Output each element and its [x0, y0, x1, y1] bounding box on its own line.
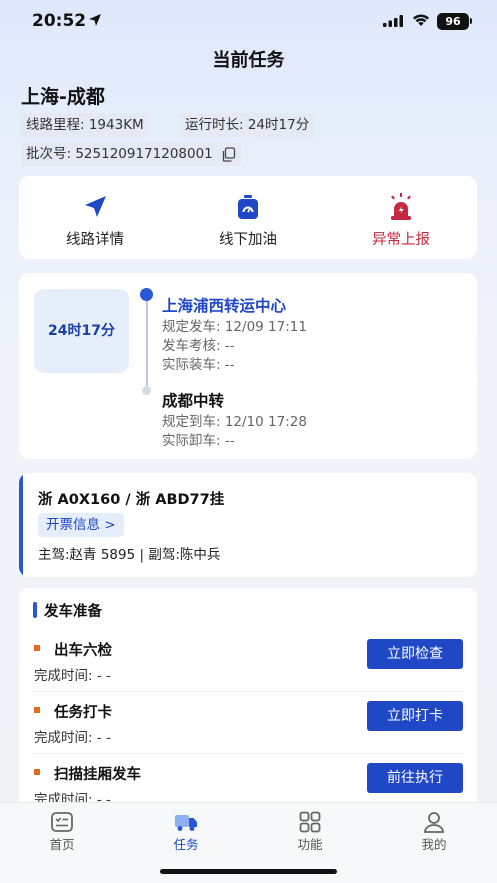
tab-tasks[interactable]: 任务	[124, 803, 248, 863]
task-row: 任务打卡 完成时间: - - 立即打卡	[19, 692, 477, 754]
task-completion-time: 完成时间: - -	[34, 668, 111, 684]
destination-name: 成都中转	[162, 392, 225, 410]
fuel-icon	[238, 195, 258, 219]
drivers-info: 主驾:赵青 5895 | 副驾:陈中兵	[38, 547, 221, 563]
task-bullet	[34, 707, 40, 713]
route-timeline-card[interactable]: 24时17分 上海浦西转运中心 规定发车: 12/09 17:11 发车考核: …	[19, 273, 477, 459]
origin-dot	[140, 288, 153, 301]
task-bullet	[34, 645, 40, 651]
origin-departure-check: 发车考核: --	[162, 338, 235, 354]
tab-mine-label: 我的	[421, 837, 447, 852]
offline-refuel-label: 线下加油	[219, 232, 277, 248]
vehicle-accent-bar	[19, 473, 23, 577]
tab-mine[interactable]: 我的	[372, 803, 496, 863]
clock-in-button[interactable]: 立即打卡	[367, 701, 463, 731]
origin-scheduled-departure: 规定发车: 12/09 17:11	[162, 319, 307, 335]
copy-icon[interactable]	[221, 146, 236, 162]
task-name: 任务打卡	[54, 705, 112, 721]
destination-actual-unloading: 实际卸车: --	[162, 433, 235, 449]
go-execute-button[interactable]: 前往执行	[367, 763, 463, 793]
quick-actions-card: 线路详情 线下加油 异常上报	[19, 176, 477, 259]
route-title: 上海-成都	[21, 86, 105, 108]
invoice-info-button[interactable]: 开票信息 >	[38, 513, 124, 537]
user-icon	[424, 812, 444, 833]
section-title: 发车准备	[44, 604, 102, 620]
home-list-icon	[51, 812, 73, 832]
task-name: 出车六检	[54, 643, 112, 659]
tab-functions-label: 功能	[297, 837, 323, 852]
vehicle-plates: 浙 A0X160 / 浙 ABD77挂	[38, 492, 225, 508]
task-completion-time: 完成时间: - -	[34, 730, 111, 746]
status-bar: 20:52 96	[0, 0, 497, 44]
home-indicator	[160, 869, 337, 874]
destination-scheduled-arrival: 规定到车: 12/10 17:28	[162, 414, 307, 430]
duration-chip: 运行时长: 24时17分	[180, 113, 315, 137]
offline-refuel-button[interactable]: 线下加油	[172, 176, 324, 259]
navigation-arrow-icon	[85, 196, 106, 217]
tab-tasks-label: 任务	[173, 837, 199, 852]
departure-prep-card: 发车准备 出车六检 完成时间: - - 立即检查 任务打卡 完成时间: - - …	[19, 588, 477, 818]
origin-name: 上海浦西转运中心	[162, 297, 287, 315]
page-title: 当前任务	[212, 50, 285, 71]
alarm-siren-icon	[391, 193, 411, 220]
timeline-line	[146, 295, 148, 391]
task-row: 出车六检 完成时间: - - 立即检查	[19, 630, 477, 692]
exception-report-button[interactable]: 异常上报	[325, 176, 477, 259]
run-duration-badge: 24时17分	[34, 289, 129, 373]
tab-functions[interactable]: 功能	[248, 803, 372, 863]
task-name: 扫描挂厢发车	[54, 767, 141, 783]
tab-home[interactable]: 首页	[0, 803, 124, 863]
truck-icon	[175, 815, 197, 831]
check-now-button[interactable]: 立即检查	[367, 639, 463, 669]
grid-icon	[299, 811, 321, 833]
route-detail-label: 线路详情	[66, 232, 124, 248]
exception-report-label: 异常上报	[372, 232, 430, 248]
section-accent-bar	[33, 602, 37, 618]
battery-icon: 96	[437, 13, 469, 30]
batch-number: 批次号: 5251209171208001	[21, 142, 242, 166]
task-bullet	[34, 769, 40, 775]
origin-actual-loading: 实际装车: --	[162, 357, 235, 373]
tab-home-label: 首页	[49, 837, 75, 852]
vehicle-card: 浙 A0X160 / 浙 ABD77挂 开票信息 > 主驾:赵青 5895 | …	[19, 473, 477, 577]
status-time: 20:52	[32, 11, 87, 31]
battery-tip	[470, 18, 472, 24]
distance-chip: 线路里程: 1943KM	[21, 113, 149, 137]
batch-number-text: 批次号: 5251209171208001	[26, 146, 213, 162]
route-detail-button[interactable]: 线路详情	[19, 176, 171, 259]
destination-dot	[142, 386, 151, 395]
wifi-icon	[413, 14, 429, 26]
location-arrow-icon	[89, 14, 101, 26]
signal-icon	[383, 15, 403, 27]
